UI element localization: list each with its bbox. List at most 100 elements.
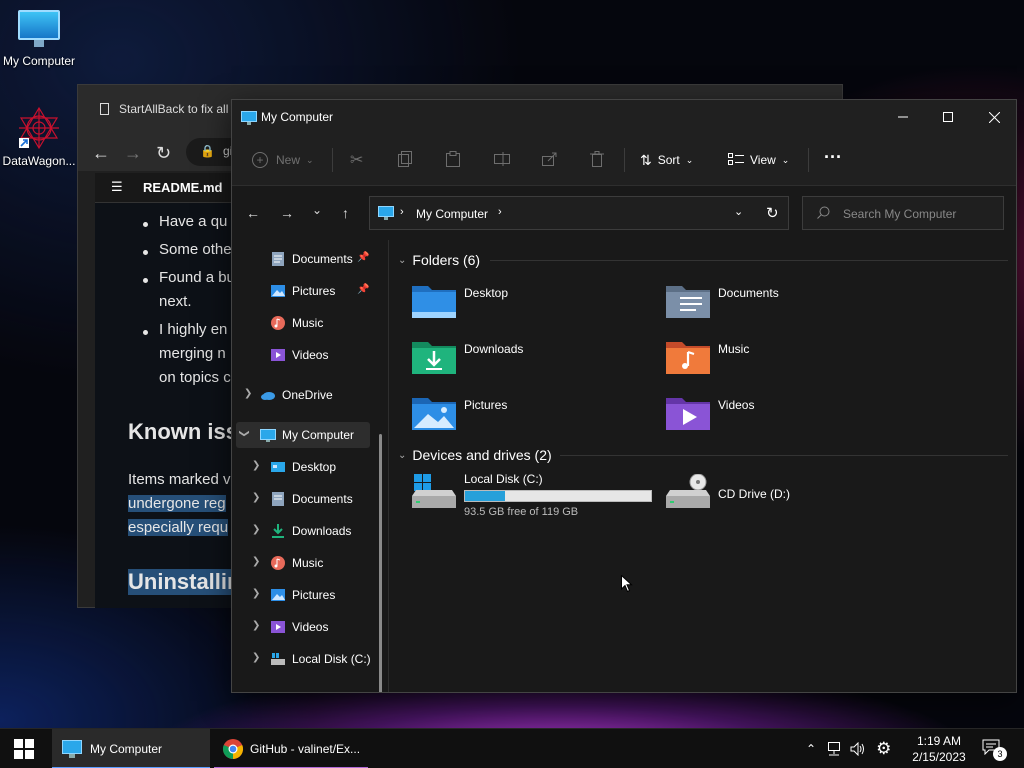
- address-bar[interactable]: › My Computer › ⌄ ↻: [369, 196, 789, 230]
- folder-tile-pictures[interactable]: Pictures: [400, 392, 640, 440]
- drive-name: CD Drive (D:): [718, 487, 790, 501]
- lock-icon: 🔒: [200, 144, 215, 158]
- recent-chevron-icon[interactable]: ⌄: [312, 203, 322, 217]
- nav-item-videos[interactable]: Videos: [232, 342, 382, 368]
- copy-button[interactable]: [398, 150, 412, 170]
- mouse-cursor-icon: [621, 574, 633, 596]
- windows-logo-icon: [14, 739, 34, 759]
- folder-tile-music[interactable]: Music: [654, 336, 894, 384]
- more-options-button[interactable]: ···: [824, 147, 842, 167]
- address-dropdown-icon[interactable]: ⌄: [734, 205, 743, 218]
- pin-icon[interactable]: 📌: [357, 284, 369, 295]
- pictures-icon: [271, 285, 285, 297]
- back-icon[interactable]: ←: [92, 143, 110, 164]
- nav-scrollbar[interactable]: [379, 434, 382, 692]
- share-button[interactable]: [542, 150, 558, 170]
- readme-header: ☰ README.md: [95, 173, 235, 203]
- cloud-icon: [261, 392, 275, 400]
- music-folder-icon: [666, 342, 710, 374]
- nav-item-my-computer[interactable]: ❯ My Computer: [236, 422, 370, 448]
- new-button[interactable]: + New ⌄: [252, 150, 314, 170]
- nav-item-desktop[interactable]: Desktop: [232, 454, 382, 480]
- cut-button[interactable]: ✂: [350, 150, 363, 170]
- maximize-button[interactable]: [925, 100, 971, 134]
- delete-button[interactable]: [590, 150, 604, 170]
- nav-item-label: Downloads: [292, 524, 352, 538]
- explorer-window[interactable]: My Computer + New ⌄ ✂ ⇅ Sort ⌄ View ⌄ ··…: [231, 99, 1017, 693]
- chevron-up-icon[interactable]: ⌃: [806, 742, 816, 756]
- up-icon[interactable]: ↑: [342, 205, 349, 221]
- refresh-icon[interactable]: ↻: [766, 204, 779, 222]
- nav-item-documents[interactable]: Documents 📌: [232, 246, 382, 272]
- nav-item-onedrive[interactable]: OneDrive: [232, 382, 382, 408]
- nav-item-pictures[interactable]: Pictures 📌: [232, 278, 382, 304]
- desktop-icon-my-computer[interactable]: My Computer: [0, 10, 79, 68]
- command-bar: + New ⌄ ✂ ⇅ Sort ⌄ View ⌄ ···: [232, 134, 1016, 186]
- folder-tile-documents[interactable]: Documents: [654, 280, 894, 328]
- drive-usage-fill: [465, 491, 505, 501]
- nav-item-documents-pc[interactable]: Documents: [232, 486, 382, 512]
- back-icon[interactable]: ←: [246, 205, 260, 221]
- nav-item-music[interactable]: Music: [232, 310, 382, 336]
- nav-item-pictures-pc[interactable]: Pictures: [232, 582, 382, 608]
- sort-button[interactable]: ⇅ Sort ⌄: [640, 150, 693, 170]
- pictures-folder-icon: [412, 398, 456, 430]
- folder-tile-desktop[interactable]: Desktop: [400, 280, 640, 328]
- minimize-button[interactable]: [880, 100, 926, 134]
- nav-item-downloads[interactable]: Downloads: [232, 518, 382, 544]
- search-input[interactable]: Search My Computer: [802, 196, 1004, 230]
- desktop-icon-datawagon[interactable]: DataWagon...: [0, 106, 79, 168]
- reload-icon[interactable]: ↻: [156, 143, 171, 164]
- chevron-down-icon[interactable]: ❯: [239, 429, 250, 437]
- documents-icon: [272, 252, 284, 266]
- share-icon: [542, 152, 558, 169]
- videos-icon: [271, 621, 285, 633]
- close-button[interactable]: [971, 100, 1016, 134]
- browser-tab-title: StartAllBack to fix all: [119, 102, 229, 116]
- datawagon-icon: [17, 106, 61, 150]
- pin-icon[interactable]: 📌: [357, 252, 369, 263]
- monitor-icon: [241, 111, 257, 128]
- list-icon[interactable]: ☰: [111, 179, 123, 195]
- nav-item-videos-pc[interactable]: Videos: [232, 614, 382, 640]
- folder-tile-downloads[interactable]: Downloads: [400, 336, 640, 384]
- nav-item-music-pc[interactable]: Music: [232, 550, 382, 576]
- start-button[interactable]: [0, 729, 48, 768]
- nav-item-label: OneDrive: [282, 388, 333, 402]
- drive-tile-cd-drive[interactable]: CD Drive (D:): [654, 470, 894, 522]
- drives-group-header[interactable]: ⌄ Devices and drives (2): [398, 445, 552, 465]
- folder-tile-videos[interactable]: Videos: [654, 392, 894, 440]
- downloads-folder-icon: [412, 342, 456, 374]
- paste-button[interactable]: [446, 150, 460, 170]
- videos-folder-icon: [666, 398, 710, 430]
- title-bar[interactable]: My Computer: [232, 100, 1016, 134]
- network-icon[interactable]: [826, 742, 842, 756]
- volume-icon[interactable]: [850, 742, 866, 756]
- nav-item-label: Documents: [292, 252, 353, 266]
- chevron-down-icon: ⌄: [781, 154, 790, 165]
- folders-group-header[interactable]: ⌄ Folders (6): [398, 250, 480, 270]
- documents-folder-icon: [666, 286, 710, 318]
- monitor-icon: [260, 429, 276, 442]
- taskbar-clock[interactable]: 1:19 AM 2/15/2023: [904, 733, 974, 765]
- breadcrumb-my-computer[interactable]: My Computer: [416, 207, 488, 221]
- new-label: New: [276, 153, 301, 167]
- settings-gear-icon[interactable]: ⚙: [876, 739, 891, 759]
- folder-name: Desktop: [464, 286, 509, 300]
- nav-item-local-disk[interactable]: Local Disk (C:): [232, 646, 382, 672]
- readme-text: on topics c: [159, 369, 231, 386]
- rename-button[interactable]: [494, 150, 510, 170]
- notifications-button[interactable]: 3: [982, 739, 1007, 761]
- forward-icon[interactable]: →: [280, 205, 294, 221]
- videos-icon: [271, 349, 285, 361]
- folder-name: Pictures: [464, 398, 508, 412]
- explorer-body: Documents 📌 Pictures 📌 Music Videos ❯ On…: [232, 240, 1016, 692]
- readme-bullet: I highly en: [159, 321, 228, 338]
- taskbar-app-label: My Computer: [90, 742, 163, 756]
- taskbar-app-my-computer[interactable]: My Computer: [52, 729, 210, 768]
- forward-icon[interactable]: →: [124, 143, 142, 164]
- drive-tile-local-disk[interactable]: Local Disk (C:) 93.5 GB free of 119 GB: [400, 470, 654, 522]
- taskbar-app-chrome[interactable]: GitHub - valinet/Ex...: [214, 729, 368, 768]
- readme-text: merging n: [159, 345, 226, 362]
- view-button[interactable]: View ⌄: [728, 150, 789, 170]
